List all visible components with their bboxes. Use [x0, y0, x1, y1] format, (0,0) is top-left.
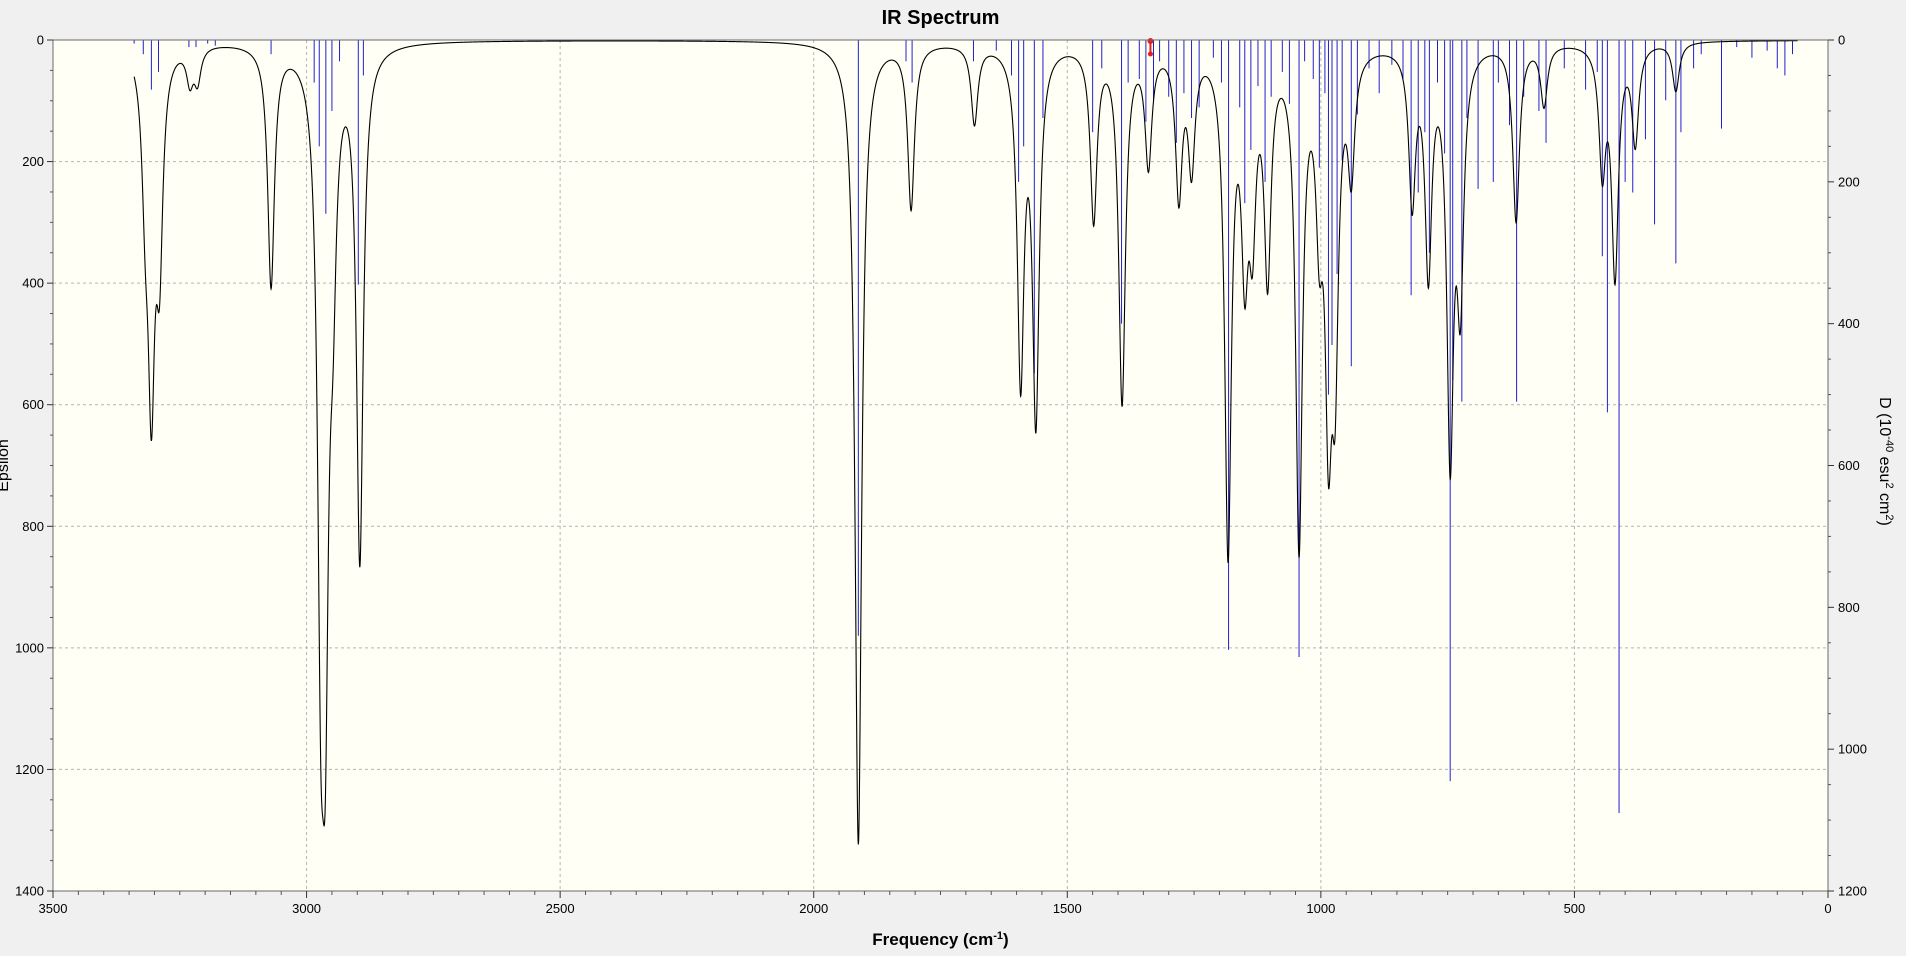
chart-svg: 3500 3000 2500 2000 1500 1000 500 0020040060080… — [0, 7, 1895, 949]
y-left-tick-label: 0 — [37, 33, 44, 48]
y-left-tick-label: 1000 — [15, 640, 44, 655]
x-tick-label: 3500 — [39, 901, 68, 916]
y-left-tick-label: 600 — [22, 397, 44, 412]
x-tick-label: 3000 — [292, 901, 321, 916]
x-tick-label: 0 — [1824, 901, 1831, 916]
y-left-tick-label: 1200 — [15, 762, 44, 777]
x-axis-title-sup: -1 — [993, 930, 1003, 942]
x-tick-label: 500 — [1564, 901, 1586, 916]
x-tick-label: 2500 — [546, 901, 575, 916]
marker-top — [1147, 38, 1154, 44]
y-right-tick-label: 800 — [1838, 600, 1860, 615]
y-right-title-part4: ) — [1876, 520, 1893, 525]
x-axis-title-end: ) — [1003, 930, 1009, 949]
y-right-tick-label: 400 — [1838, 316, 1860, 331]
y-right-title-sup1: -40 — [1883, 436, 1895, 452]
marker-bottom — [1147, 51, 1153, 57]
y-left-tick-label: 200 — [22, 154, 44, 169]
y-right-title-part3: cm — [1876, 489, 1893, 515]
plot-background — [53, 40, 1828, 891]
y-left-tick-label: 800 — [22, 519, 44, 534]
y-axis-right-title: D (10-40 esu2 cm2) — [1876, 397, 1895, 526]
y-right-tick-label: 0 — [1838, 33, 1845, 48]
y-left-tick-label: 1400 — [15, 884, 44, 899]
x-tick-label: 2000 — [799, 901, 828, 916]
y-right-tick-label: 600 — [1838, 458, 1860, 473]
y-right-tick-label: 1000 — [1838, 742, 1867, 757]
y-right-title-part1: D (10 — [1876, 397, 1893, 436]
y-axis-left-title: Epsilon — [0, 439, 12, 491]
y-right-tick-label: 200 — [1838, 174, 1860, 189]
y-right-title-part2: esu — [1876, 452, 1893, 482]
x-tick-label: 1500 — [1053, 901, 1082, 916]
y-right-tick-label: 1200 — [1838, 884, 1867, 899]
x-axis-title: Frequency (cm-1) — [872, 930, 1008, 949]
ir-spectrum-chart: 3500 3000 2500 2000 1500 1000 500 0 0 200 400 600 80… — [0, 0, 1906, 956]
chart-title: IR Spectrum — [882, 7, 1000, 29]
y-left-tick-label: 400 — [22, 276, 44, 291]
x-tick-label: 1000 — [1306, 901, 1335, 916]
x-axis-title-main: Frequency (cm — [872, 930, 993, 949]
